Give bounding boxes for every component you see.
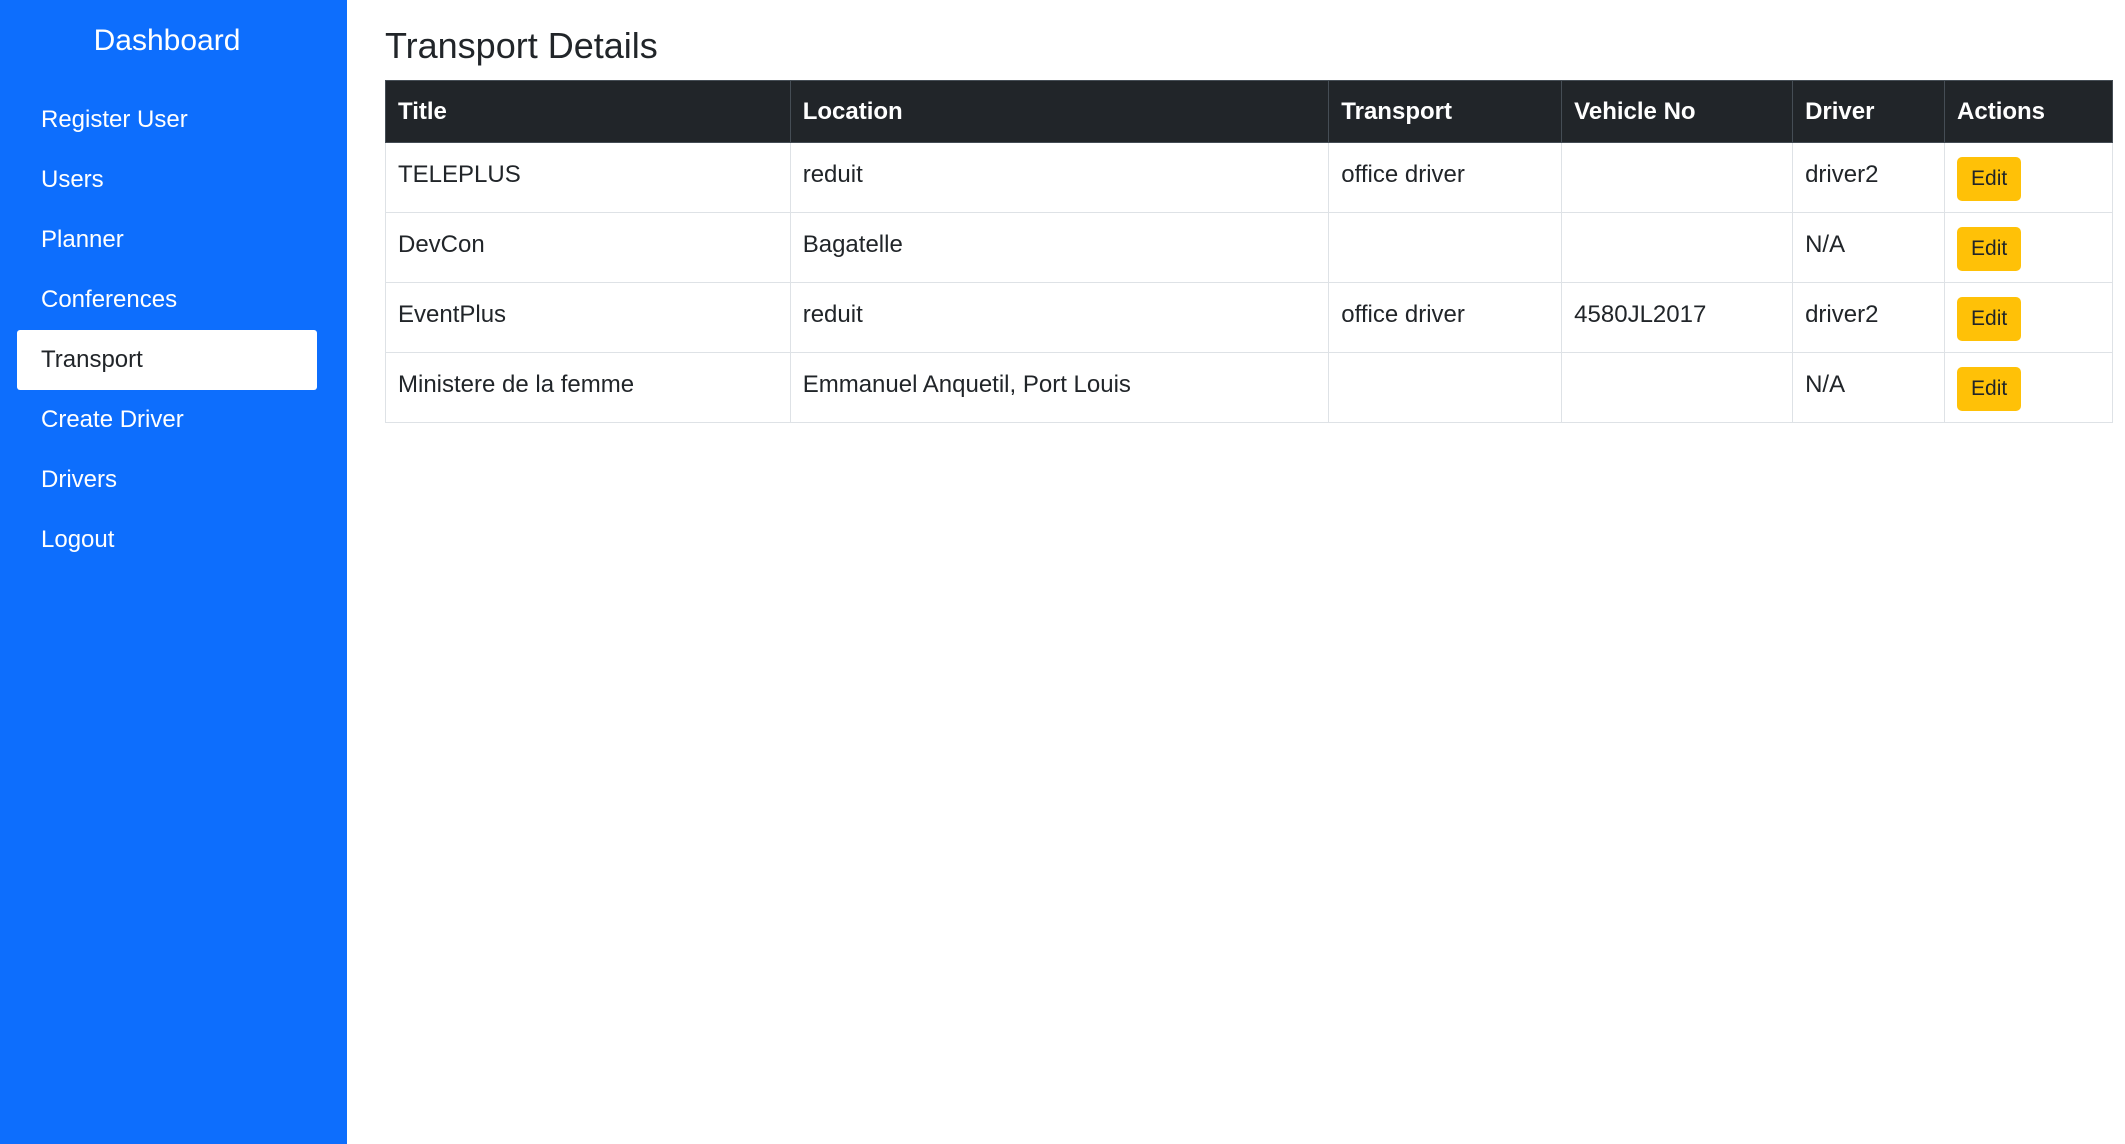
cell-vehicle-no [1561,142,1794,213]
table-row: Ministere de la femme Emmanuel Anquetil,… [385,352,2113,423]
cell-actions: Edit [1944,352,2113,423]
transport-table: Title Location Transport Vehicle No Driv… [385,80,2113,423]
main-content: Transport Details Title Location Transpo… [347,0,2125,1144]
cell-vehicle-no [1561,352,1794,423]
table-row: EventPlus reduit office driver 4580JL201… [385,282,2113,353]
cell-vehicle-no [1561,212,1794,283]
cell-transport [1328,352,1563,423]
column-header-location: Location [789,80,1330,143]
cell-vehicle-no: 4580JL2017 [1561,282,1794,353]
cell-transport: office driver [1328,282,1563,353]
column-header-vehicle-no: Vehicle No [1561,80,1794,143]
sidebar-brand[interactable]: Dashboard [17,24,317,58]
cell-location: Emmanuel Anquetil, Port Louis [789,352,1330,423]
sidebar-item-drivers[interactable]: Drivers [17,450,317,510]
cell-driver: N/A [1792,212,1946,283]
cell-actions: Edit [1944,142,2113,213]
app-layout: Dashboard Register User Users Planner Co… [0,0,2125,1144]
edit-button[interactable]: Edit [1957,367,2022,411]
cell-title: EventPlus [385,282,791,353]
sidebar-item-conferences[interactable]: Conferences [17,270,317,330]
sidebar-item-users[interactable]: Users [17,150,317,210]
sidebar-item-create-driver[interactable]: Create Driver [17,390,317,450]
table-header: Title Location Transport Vehicle No Driv… [385,80,2113,143]
table-header-row: Title Location Transport Vehicle No Driv… [385,80,2113,143]
cell-title: DevCon [385,212,791,283]
column-header-transport: Transport [1328,80,1563,143]
cell-driver: driver2 [1792,142,1946,213]
cell-transport [1328,212,1563,283]
table-row: TELEPLUS reduit office driver driver2 Ed… [385,142,2113,213]
sidebar: Dashboard Register User Users Planner Co… [0,0,347,1144]
column-header-actions: Actions [1944,80,2113,143]
sidebar-item-planner[interactable]: Planner [17,210,317,270]
table-body: TELEPLUS reduit office driver driver2 Ed… [385,142,2113,423]
cell-location: reduit [789,282,1330,353]
column-header-title: Title [385,80,791,143]
table-row: DevCon Bagatelle N/A Edit [385,212,2113,283]
sidebar-item-transport[interactable]: Transport [17,330,317,390]
cell-title: Ministere de la femme [385,352,791,423]
edit-button[interactable]: Edit [1957,297,2022,341]
cell-actions: Edit [1944,212,2113,283]
edit-button[interactable]: Edit [1957,227,2022,271]
cell-actions: Edit [1944,282,2113,353]
cell-location: Bagatelle [789,212,1330,283]
page-title: Transport Details [385,25,658,66]
sidebar-item-register-user[interactable]: Register User [17,90,317,150]
cell-transport: office driver [1328,142,1563,213]
cell-driver: N/A [1792,352,1946,423]
edit-button[interactable]: Edit [1957,157,2022,201]
cell-title: TELEPLUS [385,142,791,213]
sidebar-item-logout[interactable]: Logout [17,510,317,570]
column-header-driver: Driver [1792,80,1946,143]
cell-location: reduit [789,142,1330,213]
cell-driver: driver2 [1792,282,1946,353]
